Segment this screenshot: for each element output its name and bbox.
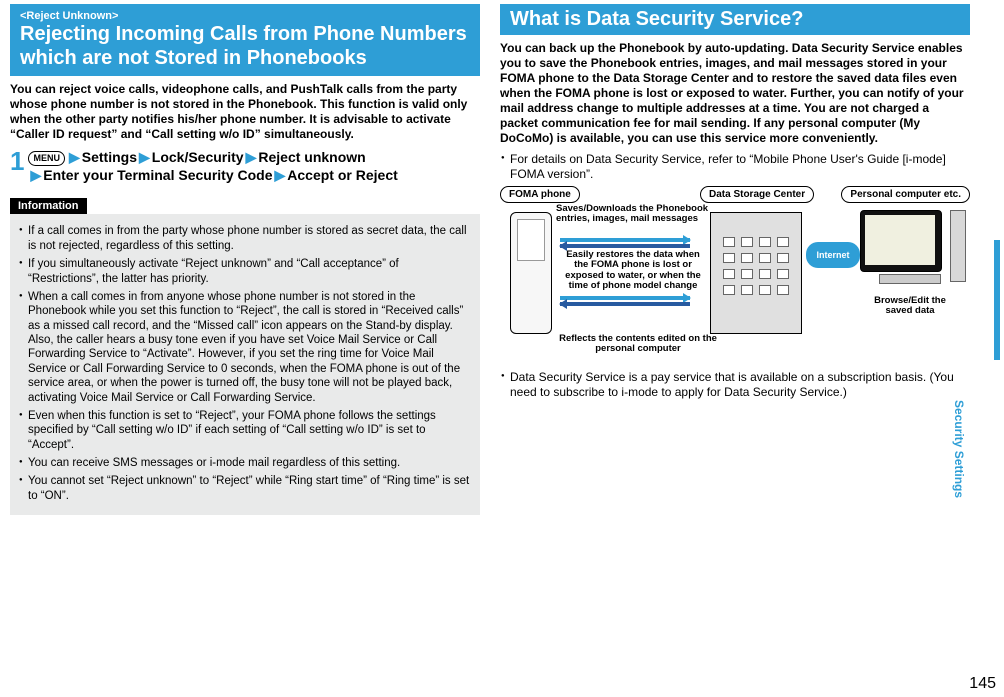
info-item: If you simultaneously activate “Reject u…	[18, 257, 472, 286]
step-part-lock: Lock/Security	[152, 149, 244, 165]
step-text: MENU▶Settings▶Lock/Security▶Reject unkno…	[28, 148, 397, 184]
info-item: You cannot set “Reject unknown” to “Reje…	[18, 474, 472, 503]
information-header: Information	[10, 198, 87, 214]
diag-browse-text: Browse/Edit the saved data	[860, 296, 960, 317]
chip-pc: Personal computer etc.	[841, 186, 970, 203]
page-number: 145	[969, 675, 996, 693]
information-box: If a call comes in from the party whose …	[10, 214, 480, 515]
dss-diagram: FOMA phone Data Storage Center Personal …	[500, 186, 970, 366]
menu-icon: MENU	[28, 151, 65, 166]
phone-icon	[510, 212, 552, 334]
chip-data-center: Data Storage Center	[700, 186, 814, 203]
dss-intro: You can back up the Phonebook by auto-up…	[500, 41, 970, 146]
diag-reflects-text: Reflects the contents edited on the pers…	[558, 334, 718, 355]
arrow-icon: ▶	[139, 149, 150, 165]
step-line2a: Enter your Terminal Security Code	[43, 167, 272, 183]
arrow-icon: ▶	[275, 167, 286, 183]
internet-label: Internet	[806, 242, 860, 268]
step-number: 1	[10, 148, 24, 174]
intro-paragraph: You can reject voice calls, videophone c…	[10, 82, 480, 142]
diag-saves-text: Saves/Downloads the Phonebook entries, i…	[556, 204, 716, 225]
side-tab-label: Security Settings	[986, 240, 1000, 400]
dss-note: For details on Data Security Service, re…	[500, 152, 970, 182]
info-item: You can receive SMS messages or i-mode m…	[18, 456, 472, 470]
step-line2b: Accept or Reject	[287, 167, 397, 183]
arrow-icon: ▶	[246, 149, 257, 165]
data-center-icon	[710, 212, 802, 334]
section-tag: <Reject Unknown>	[20, 10, 470, 22]
pc-icon	[860, 210, 960, 290]
info-item: Even when this function is set to “Rejec…	[18, 409, 472, 452]
info-item: When a call comes in from anyone whose p…	[18, 290, 472, 405]
info-item: If a call comes in from the party whose …	[18, 224, 472, 253]
dss-note-2: Data Security Service is a pay service t…	[500, 370, 970, 400]
arrow-icon: ▶	[30, 167, 41, 183]
step-part-settings: Settings	[82, 149, 137, 165]
step-1: 1 MENU▶Settings▶Lock/Security▶Reject unk…	[10, 148, 480, 184]
chip-foma-phone: FOMA phone	[500, 186, 580, 203]
section-header-dss: What is Data Security Service?	[500, 4, 970, 35]
step-part-reject: Reject unknown	[258, 149, 365, 165]
diag-restores-text: Easily restores the data when the FOMA p…	[558, 250, 708, 292]
arrow-icon: ▶	[69, 149, 80, 165]
section-header-reject: <Reject Unknown> Rejecting Incoming Call…	[10, 4, 480, 76]
section-title: Rejecting Incoming Calls from Phone Numb…	[20, 22, 470, 70]
